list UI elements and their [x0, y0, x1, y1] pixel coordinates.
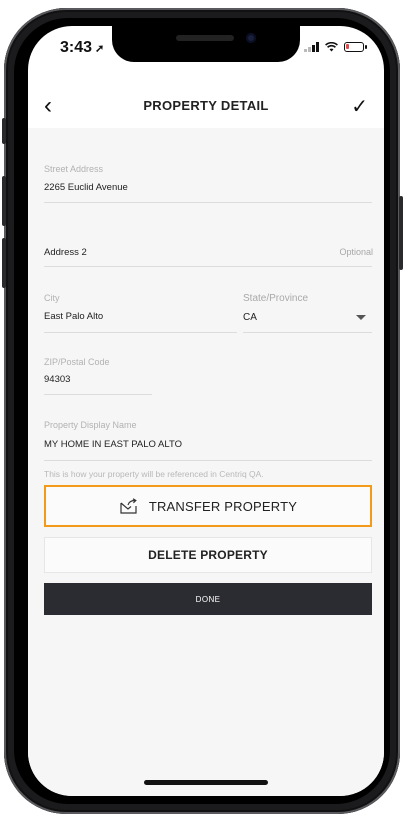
delete-property-button[interactable]: DELETE PROPERTY: [44, 537, 372, 573]
address2-underline: [44, 266, 372, 267]
address2-label[interactable]: Address 2: [44, 247, 87, 258]
status-time: 3:43 ➚: [60, 39, 105, 56]
battery-low-icon: [344, 42, 367, 52]
front-camera: [246, 33, 256, 43]
wifi-icon: [325, 42, 338, 52]
chevron-down-icon[interactable]: [356, 315, 366, 320]
zip-label: ZIP/Postal Code: [44, 357, 110, 367]
navigation-bar: ‹ PROPERTY DETAIL ✓: [28, 92, 384, 128]
done-button[interactable]: DONE: [44, 583, 372, 615]
home-indicator: [144, 780, 268, 785]
notch: [112, 26, 300, 62]
mute-switch: [2, 118, 6, 144]
address2-optional-hint: Optional: [339, 247, 373, 257]
delete-property-label: DELETE PROPERTY: [148, 548, 268, 562]
phone-screen: 3:43 ➚ ‹ PROPERTY DETAIL ✓ Street Address…: [28, 26, 384, 796]
transfer-property-button[interactable]: TRANSFER PROPERTY: [44, 485, 372, 527]
city-input[interactable]: East Palo Alto: [44, 311, 103, 322]
city-underline: [44, 332, 237, 333]
display-name-helper-text: This is how your property will be refere…: [44, 469, 264, 479]
page-title: PROPERTY DETAIL: [143, 98, 269, 113]
state-label: State/Province: [243, 293, 309, 304]
display-name-input[interactable]: MY HOME IN EAST PALO ALTO: [44, 439, 182, 450]
transfer-property-label: TRANSFER PROPERTY: [148, 498, 298, 514]
location-arrow-icon: ➚: [95, 43, 105, 55]
power-button: [399, 196, 403, 270]
status-icons: [304, 42, 367, 52]
street-address-label: Street Address: [44, 164, 104, 174]
state-underline: [243, 332, 372, 333]
street-address-underline: [44, 202, 372, 203]
zip-input[interactable]: 94303: [44, 374, 70, 385]
street-address-input[interactable]: 2265 Euclid Avenue: [44, 182, 128, 193]
speaker-grille: [176, 35, 234, 41]
city-label: City: [44, 293, 60, 303]
display-name-label: Property Display Name: [44, 420, 137, 430]
checkmark-icon[interactable]: ✓: [351, 94, 368, 119]
state-select[interactable]: CA: [243, 312, 257, 323]
volume-up-button: [2, 176, 6, 226]
display-name-underline: [44, 460, 372, 461]
volume-down-button: [2, 238, 6, 288]
cellular-signal-icon: [304, 42, 319, 52]
share-export-icon: [120, 498, 137, 514]
done-label: DONE: [195, 594, 221, 604]
zip-underline: [44, 394, 152, 395]
form-content: Street Address 2265 Euclid Avenue Addres…: [28, 128, 384, 796]
